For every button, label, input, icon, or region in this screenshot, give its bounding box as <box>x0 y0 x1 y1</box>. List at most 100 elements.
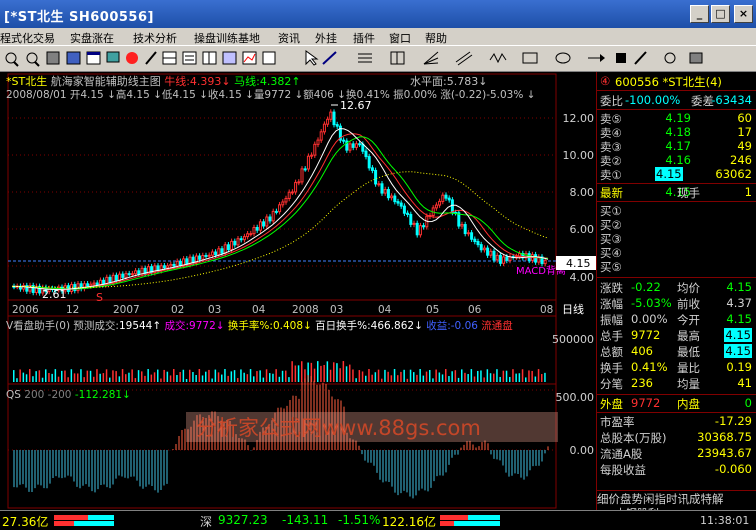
menu-training[interactable]: 操盘训练基地 <box>194 30 260 46</box>
candle <box>230 240 234 250</box>
menu-program-trading[interactable]: 程式化交易 <box>0 30 55 46</box>
stat-row: 振幅 0.00% 今开 4.15 <box>600 312 752 327</box>
menu-window[interactable]: 窗口 <box>389 30 411 46</box>
candle <box>492 250 496 261</box>
volume-bar <box>173 369 175 382</box>
zoom-out-icon[interactable] <box>26 52 40 67</box>
candle <box>303 168 307 171</box>
volume-bar <box>205 371 207 382</box>
volume-bar <box>99 373 101 382</box>
list-icon[interactable] <box>182 51 197 65</box>
candle <box>207 254 211 257</box>
sz-pct: -1.51% <box>338 513 381 527</box>
main-chart[interactable]: 12.67 2.61 S MACD背离 4.15 2006 12 2007 02… <box>0 72 596 510</box>
page-icon[interactable] <box>262 51 276 65</box>
line-icon[interactable] <box>322 51 337 65</box>
volume-bar <box>240 369 242 382</box>
volume-bar <box>336 363 338 382</box>
menu-news[interactable]: 资讯 <box>278 30 300 46</box>
rect-icon[interactable] <box>522 52 538 64</box>
volume-bar <box>521 369 524 382</box>
alert-icon[interactable] <box>126 52 138 64</box>
volume-bar <box>134 378 137 382</box>
volume-bar <box>537 369 540 382</box>
volume-bar <box>358 370 361 382</box>
x-tick: 03 <box>208 304 221 316</box>
candle <box>201 254 205 260</box>
minimize-button[interactable]: _ <box>690 5 709 23</box>
volume-bar <box>397 375 399 382</box>
candle <box>543 259 547 265</box>
volume-bar <box>51 373 53 382</box>
candle <box>130 273 134 276</box>
volume-bar <box>153 372 156 382</box>
wave-icon[interactable] <box>489 53 507 64</box>
volume-bar <box>429 369 431 382</box>
volume-bar <box>198 369 201 382</box>
volume-bar <box>355 378 357 382</box>
window-icon[interactable] <box>86 51 101 65</box>
grid-icon[interactable] <box>162 51 177 65</box>
maximize-button[interactable]: □ <box>711 5 730 23</box>
menu-plugins[interactable]: 插件 <box>353 30 375 46</box>
pencil-icon[interactable] <box>634 51 647 65</box>
cursor-icon[interactable] <box>305 50 319 66</box>
menu-plugins-ext[interactable]: 外挂 <box>315 30 337 46</box>
x-tick: 03 <box>330 304 343 316</box>
candle <box>169 263 173 267</box>
volume-bar <box>419 369 421 382</box>
candle <box>399 202 403 207</box>
monitor-icon[interactable] <box>106 51 120 63</box>
volume-bar <box>73 373 76 382</box>
pen-icon[interactable] <box>145 51 157 65</box>
fan-icon[interactable] <box>423 51 439 65</box>
parallel-icon[interactable] <box>455 51 473 66</box>
candle <box>127 273 131 276</box>
multiline-icon[interactable] <box>358 53 372 63</box>
menu-realtime[interactable]: 实盘涨在 <box>70 30 114 46</box>
volume-bar <box>105 369 108 382</box>
sell-row: 卖⑤ 4.19 60 <box>600 111 752 126</box>
close-button[interactable]: × <box>734 5 753 23</box>
volume-bar <box>185 378 188 382</box>
box-icon[interactable] <box>46 51 60 65</box>
ellipse-icon[interactable] <box>555 52 571 64</box>
panel-tabs[interactable]: 细价盘势闲指时讯成特解 <box>597 490 756 506</box>
volume-value: 9772↓ <box>189 320 225 332</box>
volume-bar <box>425 371 428 382</box>
stamp-icon[interactable] <box>664 52 676 64</box>
period-label[interactable]: 日线 <box>562 302 584 316</box>
candle <box>447 197 451 201</box>
volume-bar <box>118 376 121 382</box>
volume-bar <box>246 374 249 382</box>
volume-bar <box>86 370 89 382</box>
arrow-icon[interactable] <box>588 54 605 62</box>
indicator-header: V看盘助手(0) 预测成交:19544↑ 成交:9772↓ 换手率%:0.408… <box>6 320 513 332</box>
volume-bar <box>102 373 105 382</box>
chart-icon[interactable] <box>242 51 257 65</box>
menu-technical-analysis[interactable]: 技术分析 <box>133 30 177 46</box>
volume-bar <box>400 371 402 382</box>
indicator-name: V看盘助手(0) <box>6 320 71 332</box>
volume-bar <box>473 376 476 382</box>
stack-icon[interactable] <box>222 51 237 65</box>
volume-bar <box>112 370 114 382</box>
volume-bar <box>217 372 220 382</box>
book-icon[interactable] <box>66 51 81 65</box>
volume-bar <box>422 375 425 382</box>
pin-icon[interactable] <box>616 53 626 63</box>
table-icon[interactable] <box>202 51 217 65</box>
volume-bar <box>534 376 537 382</box>
columns-icon[interactable] <box>390 51 405 65</box>
candle <box>271 210 275 222</box>
tools-icon[interactable] <box>689 52 703 64</box>
turnover-value: 0.408↓ <box>272 320 312 332</box>
menu-help[interactable]: 帮助 <box>425 30 447 46</box>
panel-code-line: ④ 600556 *ST北生(4) <box>600 74 722 89</box>
candle <box>70 284 74 292</box>
volume-bar <box>368 369 370 382</box>
zoom-in-icon[interactable] <box>5 52 19 67</box>
buy-row: 买④ <box>600 246 622 260</box>
volume-bar <box>361 371 364 382</box>
candle <box>137 270 141 275</box>
